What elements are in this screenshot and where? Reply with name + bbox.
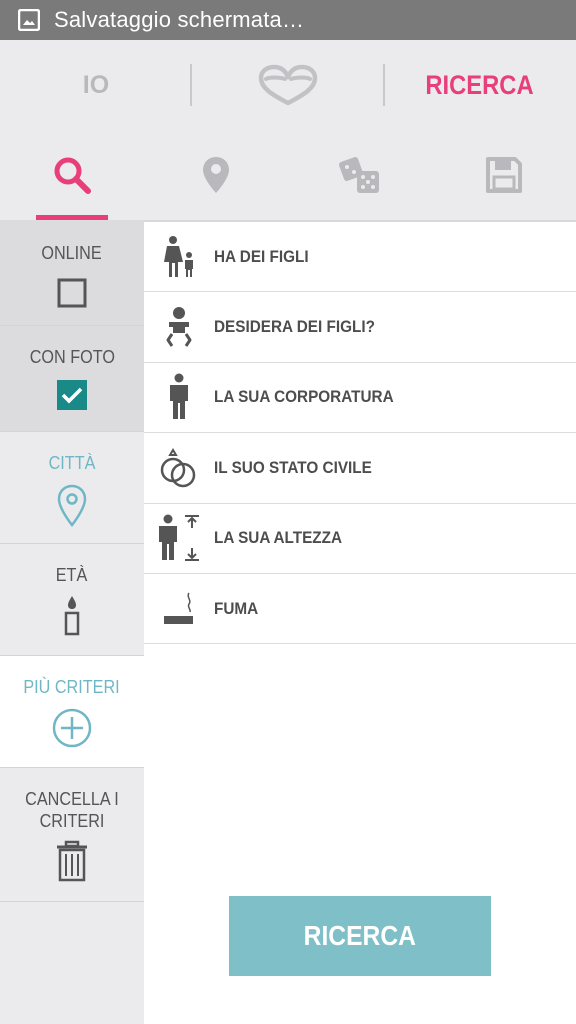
status-bar: Salvataggio schermata… (0, 0, 576, 40)
criteria-label: HA DEI FIGLI (214, 246, 309, 266)
cigarette-icon (164, 592, 193, 624)
tab-random[interactable] (288, 130, 432, 220)
sidebar-item-city[interactable]: CITTÀ (0, 432, 144, 544)
location-icon (203, 157, 229, 193)
criteria-row-has-children[interactable]: HA DEI FIGLI (144, 222, 576, 293)
criteria-row-height[interactable]: LA SUA ALTEZZA (144, 504, 576, 574)
sidebar-item-label: CITTÀ (48, 453, 96, 473)
sidebar-item-label: CON FOTO (29, 347, 115, 367)
tab-me-label: IO (82, 70, 110, 99)
sidebar-item-clear-criteria[interactable]: CANCELLA I CRITERI (0, 768, 144, 902)
sidebar-item-label: ETÀ (56, 565, 88, 585)
baby-icon (166, 307, 192, 347)
tab-location[interactable] (144, 130, 288, 220)
criteria-row-wants-children[interactable]: DESIDERA DEI FIGLI? (144, 292, 576, 363)
criteria-row-marital-status[interactable]: IL SUO STATO CIVILE (144, 433, 576, 504)
sidebar-item-label: ONLINE (41, 243, 103, 263)
sidebar-item-more-criteria[interactable]: PIÙ CRITERI (0, 656, 144, 768)
divider (383, 64, 385, 106)
criteria-row-smoking[interactable]: FUMA (144, 574, 576, 645)
filter-sidebar: ONLINE CON FOTO CITTÀ ETÀ PIÙ CRITERI CA… (0, 220, 144, 1024)
height-icon (159, 514, 199, 562)
plus-circle-icon (52, 708, 92, 748)
tab-me[interactable]: IO (0, 40, 192, 130)
save-icon (486, 157, 522, 193)
logo[interactable] (192, 40, 384, 130)
sidebar-item-age[interactable]: ETÀ (0, 544, 144, 656)
criteria-label: DESIDERA DEI FIGLI? (214, 317, 375, 337)
divider (190, 64, 192, 106)
sidebar-item-label: PIÙ CRITERI (23, 677, 121, 697)
sidebar-item-online[interactable]: ONLINE (0, 220, 144, 326)
sidebar-item-label: CANCELLA I CRITERI (25, 789, 119, 831)
location-pin-icon (57, 484, 87, 527)
person-icon (170, 373, 188, 420)
criteria-row-body-type[interactable]: LA SUA CORPORATURA (144, 363, 576, 434)
search-icon (54, 157, 91, 194)
screenshot-icon (18, 9, 40, 31)
heart-logo-icon (258, 64, 318, 106)
tab-search[interactable]: RICERCA (384, 40, 576, 130)
criteria-label: LA SUA ALTEZZA (214, 528, 343, 548)
criteria-label: LA SUA CORPORATURA (214, 387, 394, 407)
parent-child-icon (164, 235, 193, 277)
search-button[interactable]: RICERCA (229, 896, 491, 976)
rings-icon (160, 447, 196, 488)
checkbox-unchecked-icon[interactable] (57, 278, 87, 308)
status-text: Salvataggio schermata… (54, 7, 305, 32)
criteria-label: IL SUO STATO CIVILE (214, 457, 372, 477)
tab-search-label: RICERCA (425, 69, 535, 100)
candle-icon (64, 596, 80, 636)
tab-saved[interactable] (432, 130, 576, 220)
sidebar-item-with-photo[interactable]: CON FOTO (0, 326, 144, 432)
dice-icon (339, 157, 379, 193)
criteria-label: FUMA (214, 598, 259, 618)
checkbox-checked-icon[interactable] (57, 380, 87, 410)
search-button-label: RICERCA (303, 920, 417, 951)
tab-search-criteria[interactable] (0, 130, 144, 220)
trash-icon (57, 840, 87, 882)
top-navigation: IO RICERCA (0, 40, 576, 220)
